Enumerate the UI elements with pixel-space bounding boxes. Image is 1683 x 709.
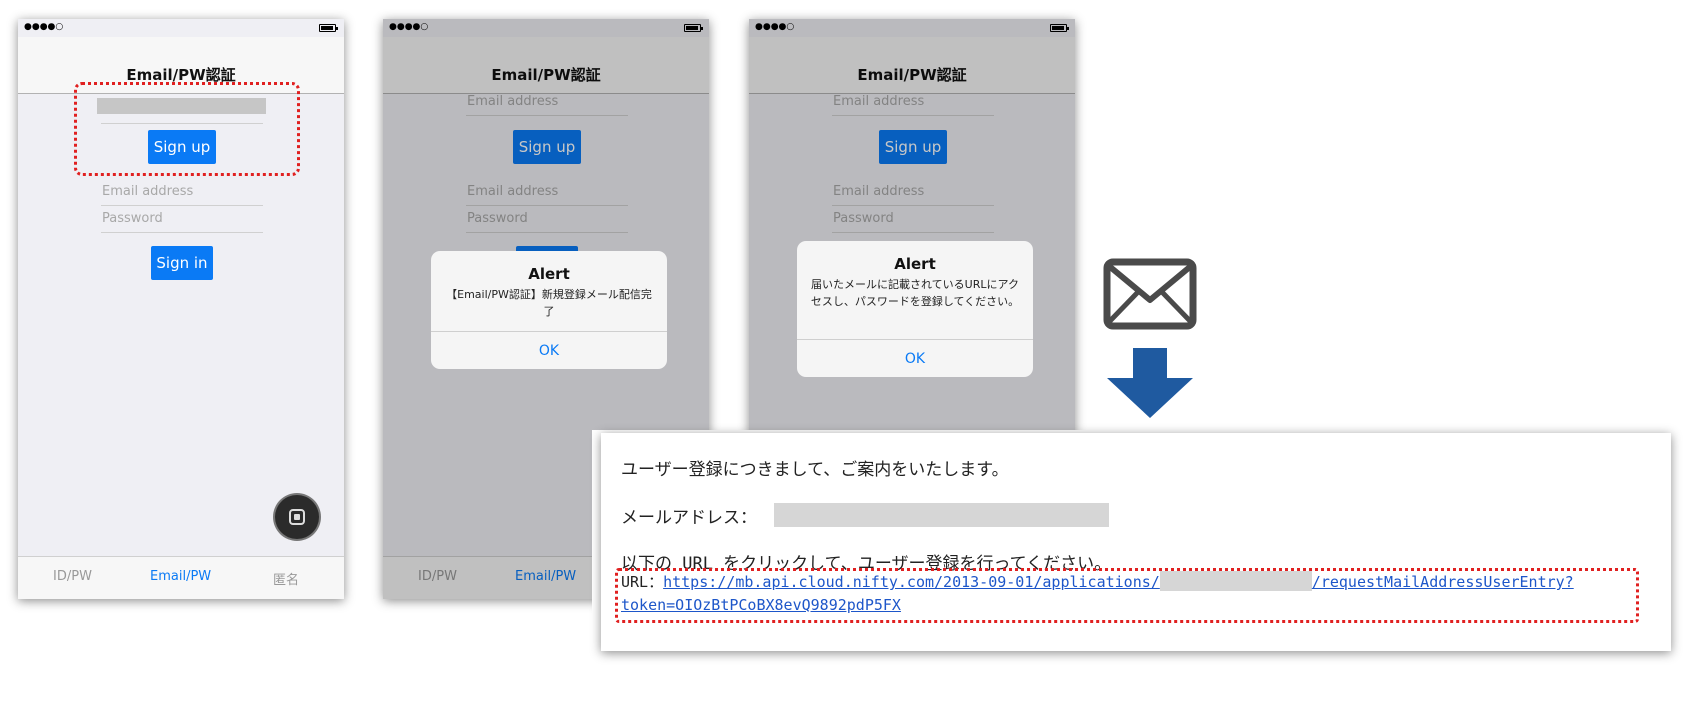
alert-dialog: Alert 届いたメールに記載されているURLにアクセスし、パスワードを登録して… bbox=[797, 241, 1033, 377]
stage: ●●●●○ Email/PW認証 Sign up Email address P… bbox=[0, 0, 1683, 709]
alert-title: Alert bbox=[528, 265, 570, 283]
email-field[interactable]: Email address bbox=[101, 179, 263, 206]
alert-message: 【Email/PW認証】新規登録メール配信完了 bbox=[446, 288, 652, 318]
tab-email-pw[interactable]: Email/PW bbox=[150, 569, 211, 584]
mail-envelope-icon bbox=[1103, 258, 1197, 330]
down-arrow-icon bbox=[1107, 348, 1193, 418]
url-highlight-box bbox=[615, 568, 1639, 623]
signup-highlight-box bbox=[74, 82, 300, 176]
signin-button[interactable]: Sign in bbox=[151, 246, 213, 280]
password-placeholder: Password bbox=[102, 211, 163, 226]
email-address-label: メールアドレス： bbox=[621, 508, 757, 528]
email-greeting: ユーザー登録につきまして、ご案内をいたします。 bbox=[621, 460, 1009, 480]
alert-message: 届いたメールに記載されているURLにアクセスし、パスワードを登録してください。 bbox=[810, 278, 1020, 308]
tab-anonymous[interactable]: 匿名 bbox=[273, 569, 299, 588]
signal-icon: ●●●●○ bbox=[24, 22, 64, 32]
alert-ok-button[interactable]: OK bbox=[797, 339, 1033, 377]
tab-bar: ID/PW Email/PW 匿名 bbox=[18, 556, 344, 599]
battery-icon bbox=[319, 24, 338, 32]
password-field[interactable]: Password bbox=[101, 206, 263, 233]
email-placeholder: Email address bbox=[102, 184, 194, 199]
alert-title: Alert bbox=[894, 255, 936, 273]
assistive-touch-icon[interactable] bbox=[275, 495, 319, 539]
alert-dialog: Alert 【Email/PW認証】新規登録メール配信完了 OK bbox=[431, 251, 667, 369]
redacted-email-address bbox=[774, 503, 1109, 527]
tab-id-pw[interactable]: ID/PW bbox=[53, 569, 92, 584]
alert-ok-button[interactable]: OK bbox=[431, 331, 667, 369]
status-bar: ●●●●○ bbox=[18, 19, 344, 37]
